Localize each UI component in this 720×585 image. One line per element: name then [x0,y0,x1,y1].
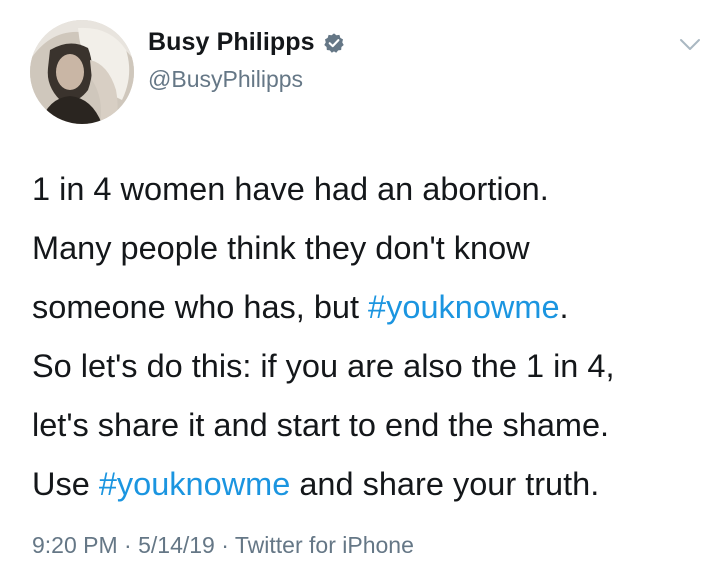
tweet-line: Use #youknowme and share your truth. [32,455,712,514]
author-handle[interactable]: @BusyPhilipps [148,66,303,93]
tweet-date[interactable]: 5/14/19 [138,532,215,558]
tweet-line: So let's do this: if you are also the 1 … [32,337,712,396]
display-name[interactable]: Busy Philipps [148,28,315,57]
tweet-metadata: 9:20 PM · 5/14/19 · Twitter for iPhone [32,532,414,559]
tweet-text-segment: . [559,289,569,325]
tweet-text-segment: someone who has, but [32,289,369,325]
chevron-down-icon[interactable] [678,36,702,54]
tweet-text: 1 in 4 women have had an abortion. Many … [32,160,712,514]
tweet-source: Twitter for iPhone [234,532,414,558]
hashtag-link[interactable]: #youknowme [368,289,560,325]
meta-separator: · [117,532,139,558]
tweet-time[interactable]: 9:20 PM [32,532,118,558]
tweet-text-segment: Use [32,466,99,502]
tweet-text-segment: So let's do this: if you are also the 1 … [32,348,615,384]
avatar[interactable] [30,20,134,124]
tweet-card: Busy Philipps @BusyPhilipps 1 in 4 women… [0,0,720,585]
hashtag-link[interactable]: #youknowme [99,466,291,502]
author-name-row: Busy Philipps [148,28,345,57]
verified-badge-icon [323,32,345,54]
tweet-line: someone who has, but #youknowme. [32,278,712,337]
tweet-text-segment: and share your truth. [290,466,600,502]
tweet-line: let's share it and start to end the sham… [32,396,712,455]
tweet-line: Many people think they don't know [32,219,712,278]
meta-separator: · [214,532,235,558]
tweet-line: 1 in 4 women have had an abortion. [32,160,712,219]
avatar-photo [30,20,134,124]
tweet-text-segment: 1 in 4 women have had an abortion. [32,171,549,207]
tweet-text-segment: let's share it and start to end the sham… [32,407,610,443]
tweet-text-segment: Many people think they don't know [32,230,530,266]
